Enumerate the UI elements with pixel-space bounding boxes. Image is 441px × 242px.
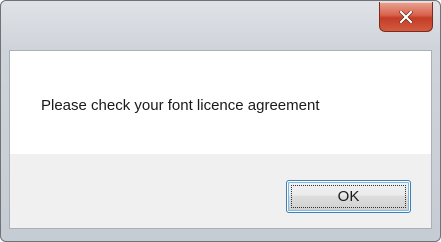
message-text: Please check your font licence agreement bbox=[41, 97, 320, 114]
message-panel: Please check your font licence agreement bbox=[10, 51, 431, 154]
close-icon bbox=[399, 10, 413, 23]
dialog-window: Please check your font licence agreement… bbox=[0, 0, 441, 242]
ok-button-label: OK bbox=[337, 188, 360, 205]
close-button[interactable] bbox=[379, 2, 433, 32]
dialog-client-area: Please check your font licence agreement… bbox=[9, 50, 432, 229]
ok-button[interactable]: OK bbox=[286, 180, 411, 213]
title-bar[interactable] bbox=[1, 1, 440, 45]
